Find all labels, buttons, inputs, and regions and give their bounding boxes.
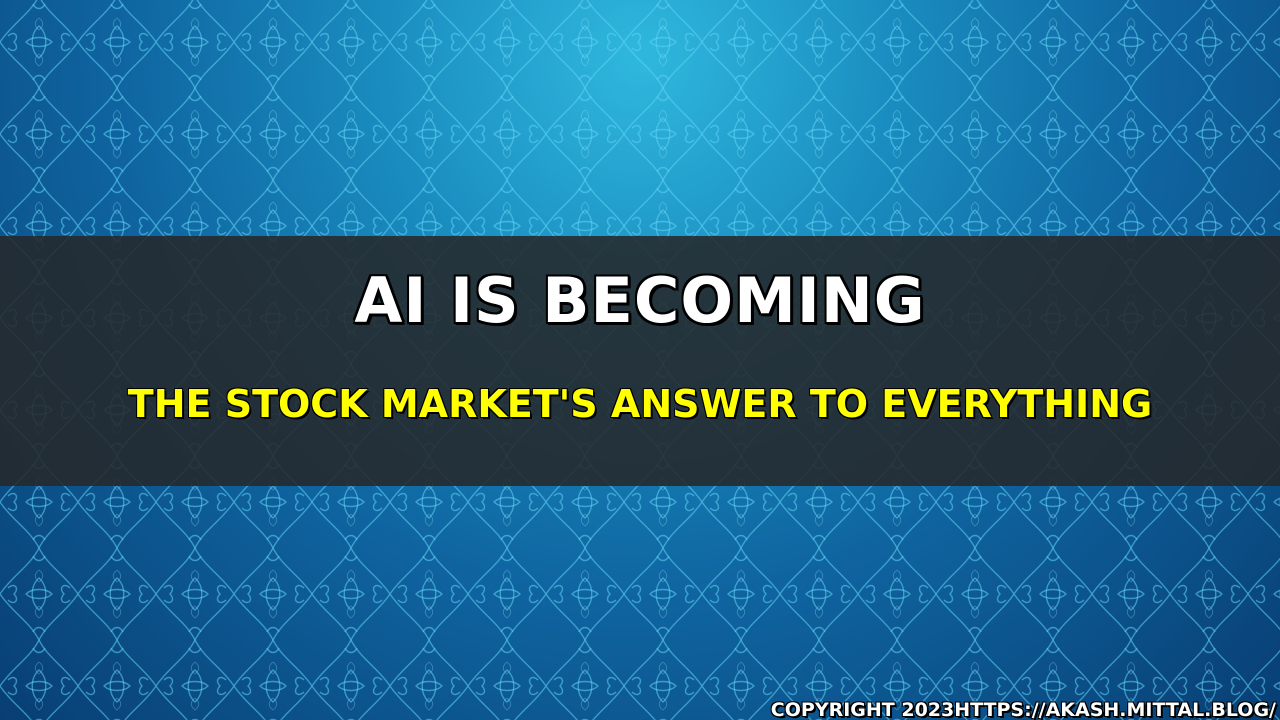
headline: AI IS BECOMING: [354, 264, 926, 337]
subheadline: THE STOCK MARKET'S ANSWER TO EVERYTHING: [127, 382, 1153, 426]
copyright-notice: COPYRIGHT 2023HTTPS://AKASH.MITTAL.BLOG/: [770, 699, 1276, 720]
